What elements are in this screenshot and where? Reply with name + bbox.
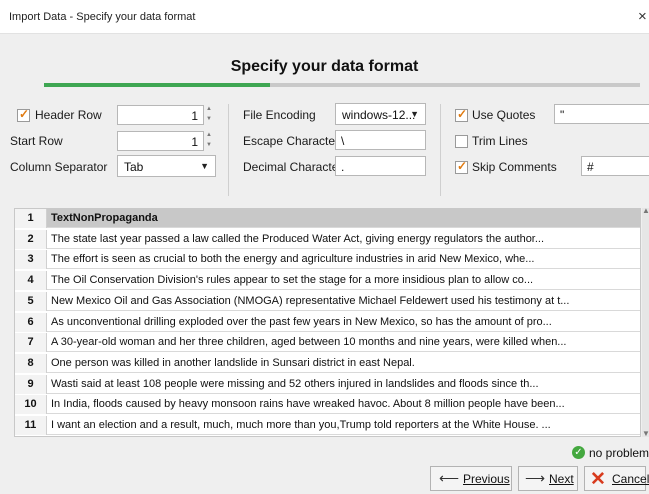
decimal-character-label: Decimal Character (243, 160, 343, 174)
table-cell: In India, floods caused by heavy monsoon… (51, 398, 565, 411)
skip-comments-label: Skip Comments (472, 160, 557, 174)
row-number: 9 (15, 374, 47, 394)
table-row[interactable]: 5 New Mexico Oil and Gas Association (NMO… (15, 291, 640, 311)
row-number: 5 (15, 291, 47, 311)
escape-character-input[interactable]: \ (335, 130, 426, 150)
column-separator-label: Column Separator (10, 160, 108, 174)
header-row-input[interactable]: 1 (117, 105, 204, 125)
divider (228, 104, 229, 196)
header-row-label: Header Row (35, 108, 102, 122)
table-header-row[interactable]: 1 TextNonPropaganda (15, 209, 640, 228)
dropdown-arrow-icon: ▼ (410, 109, 419, 119)
arrow-right-icon: ⟶ (525, 470, 546, 486)
file-encoding-label: File Encoding (243, 108, 316, 122)
row-number: 6 (15, 312, 47, 332)
file-encoding-select[interactable]: windows-12... ▼ (335, 103, 426, 125)
row-number: 2 (15, 229, 47, 249)
row-number: 4 (15, 271, 47, 291)
table-cell: The state last year passed a law called … (51, 232, 545, 245)
scroll-down-icon[interactable]: ▼ (642, 429, 649, 438)
cancel-label: Cancel (612, 472, 649, 486)
escape-character-label: Escape Character (243, 134, 340, 148)
page-title: Specify your data format (230, 58, 419, 75)
next-button[interactable]: ⟶ Next (518, 466, 578, 491)
table-cell: The effort is seen as crucial to both th… (51, 253, 535, 266)
check-circle-icon: ✓ (572, 446, 585, 459)
start-row-label: Start Row (10, 134, 63, 148)
cancel-button[interactable]: ✕ Cancel (584, 466, 649, 491)
column-separator-value: Tab (124, 160, 144, 174)
table-row[interactable]: 8 One person was killed in another landsl… (15, 353, 640, 373)
check-icon: ✓ (19, 107, 30, 121)
cancel-x-icon: ✕ (590, 469, 606, 490)
check-icon: ✓ (457, 107, 468, 121)
start-row-spinner[interactable]: ▲ ▼ (205, 131, 215, 151)
table-cell: As unconventional drilling exploded over… (51, 315, 552, 328)
close-icon[interactable]: × (638, 8, 647, 25)
row-number: 10 (15, 395, 47, 415)
start-row-input[interactable]: 1 (117, 131, 204, 151)
header-row-spinner[interactable]: ▲ ▼ (205, 105, 215, 125)
column-header: TextNonPropaganda (51, 212, 158, 224)
scroll-up-icon[interactable]: ▲ (642, 206, 649, 215)
wizard-progress (44, 83, 640, 87)
use-quotes-label: Use Quotes (472, 108, 536, 122)
table-cell: One person was killed in another landsli… (51, 356, 415, 369)
table-cell: New Mexico Oil and Gas Association (NMOG… (51, 294, 570, 307)
row-number: 7 (15, 333, 47, 353)
table-row[interactable]: 4 The Oil Conservation Division's rules a… (15, 271, 640, 291)
arrow-left-icon: ⟵ (439, 470, 460, 486)
trim-lines-checkbox[interactable]: ✓ (455, 135, 468, 148)
title-bar: Import Data - Specify your data format × (0, 0, 649, 34)
row-number: 11 (15, 416, 47, 435)
window-title: Import Data - Specify your data format (9, 11, 196, 23)
next-label: Next (549, 472, 574, 486)
table-row[interactable]: 6 As unconventional drilling exploded ove… (15, 312, 640, 332)
row-number: 8 (15, 353, 47, 373)
previous-button[interactable]: ⟵ Previous (430, 466, 512, 491)
row-number: 3 (15, 250, 47, 270)
table-row[interactable]: 3 The effort is seen as crucial to both t… (15, 250, 640, 270)
decimal-character-input[interactable]: . (335, 156, 426, 176)
dropdown-arrow-icon: ▼ (200, 161, 209, 171)
use-quotes-checkbox[interactable]: ✓ (455, 107, 468, 122)
table-cell: I want an election and a result, much, m… (51, 419, 551, 431)
table-row[interactable]: 9 Wasti said at least 108 people were mis… (15, 374, 640, 394)
trim-lines-label: Trim Lines (472, 134, 528, 148)
row-number: 1 (15, 209, 47, 228)
divider (440, 104, 441, 196)
table-cell: A 30-year-old woman and her three childr… (51, 336, 567, 349)
header-row-checkbox[interactable]: ✓ (17, 107, 30, 122)
table-row[interactable]: 11 I want an election and a result, much,… (15, 416, 640, 435)
table-row[interactable]: 7 A 30-year-old woman and her three child… (15, 333, 640, 353)
skip-comments-checkbox[interactable]: ✓ (455, 159, 468, 174)
previous-label: Previous (463, 472, 510, 486)
status-text: no problems (589, 446, 649, 460)
table-cell: Wasti said at least 108 people were miss… (51, 377, 539, 390)
preview-table[interactable]: 1 TextNonPropaganda 2 The state last year p… (14, 208, 641, 437)
table-scrollbar[interactable]: ▲ ▼ (642, 206, 649, 438)
use-quotes-input[interactable]: " (554, 104, 649, 124)
table-row[interactable]: 10 In India, floods caused by heavy monso… (15, 395, 640, 415)
table-row[interactable]: 2 The state last year passed a law called… (15, 229, 640, 249)
column-separator-select[interactable]: Tab ▼ (117, 155, 216, 177)
check-icon: ✓ (457, 159, 468, 173)
file-encoding-value: windows-12... (342, 108, 416, 122)
skip-comments-input[interactable]: # (581, 156, 649, 176)
wizard-progress-fill (44, 83, 271, 87)
table-cell: The Oil Conservation Division's rules ap… (51, 274, 534, 287)
